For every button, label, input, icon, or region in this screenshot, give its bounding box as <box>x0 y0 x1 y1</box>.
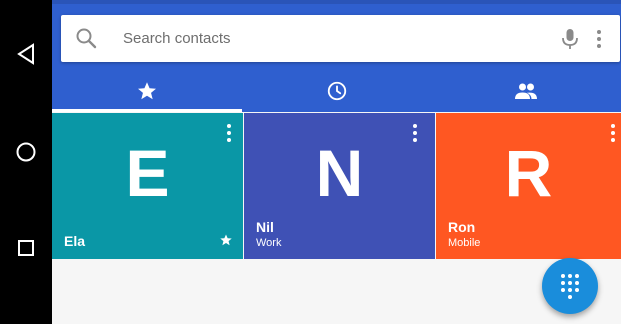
dialpad-icon <box>561 274 579 299</box>
tab-favorites[interactable] <box>52 70 243 112</box>
recents-button[interactable] <box>0 222 52 274</box>
people-icon <box>515 83 538 99</box>
tile-contact-name: Ela <box>64 233 86 249</box>
tile-contact-name: Ron <box>448 219 476 235</box>
contacts-app: E Ela N Nil Work R Ron Mobile <box>52 0 621 324</box>
star-icon <box>220 234 232 246</box>
app-bar <box>52 0 621 112</box>
more-vert-icon[interactable] <box>223 123 235 143</box>
home-circle-icon <box>16 142 36 162</box>
tile-contact-name: Nil <box>256 219 274 235</box>
recents-square-icon <box>18 240 34 256</box>
tab-bar <box>52 70 621 112</box>
dialpad-button[interactable] <box>542 258 598 314</box>
tile-letter: R <box>504 136 553 210</box>
more-vert-icon[interactable] <box>593 27 605 51</box>
star-icon <box>138 82 157 100</box>
favorite-tile-nil[interactable]: N Nil Work <box>244 113 435 259</box>
tile-phone-label: Work <box>256 237 282 249</box>
tab-recents[interactable] <box>242 70 431 112</box>
tab-contacts[interactable] <box>432 70 621 112</box>
clock-icon <box>327 81 347 101</box>
microphone-icon[interactable] <box>559 27 581 51</box>
tile-letter: E <box>125 136 170 210</box>
tile-phone-label: Mobile <box>448 237 481 249</box>
favorites-grid: E Ela N Nil Work R Ron Mobile <box>52 113 621 259</box>
home-button[interactable] <box>0 126 52 178</box>
back-button[interactable] <box>0 28 52 80</box>
favorite-tile-ela[interactable]: E Ela <box>52 113 243 259</box>
favorite-tile-ron[interactable]: R Ron Mobile <box>436 113 621 259</box>
system-navigation-bar <box>0 0 52 324</box>
more-vert-icon[interactable] <box>409 123 421 143</box>
search-input[interactable] <box>123 15 543 62</box>
search-bar <box>61 15 620 62</box>
back-triangle-icon <box>17 43 34 65</box>
tile-letter: N <box>315 136 364 210</box>
status-strip <box>52 0 621 4</box>
search-icon[interactable] <box>75 27 97 49</box>
more-vert-icon[interactable] <box>607 123 619 143</box>
